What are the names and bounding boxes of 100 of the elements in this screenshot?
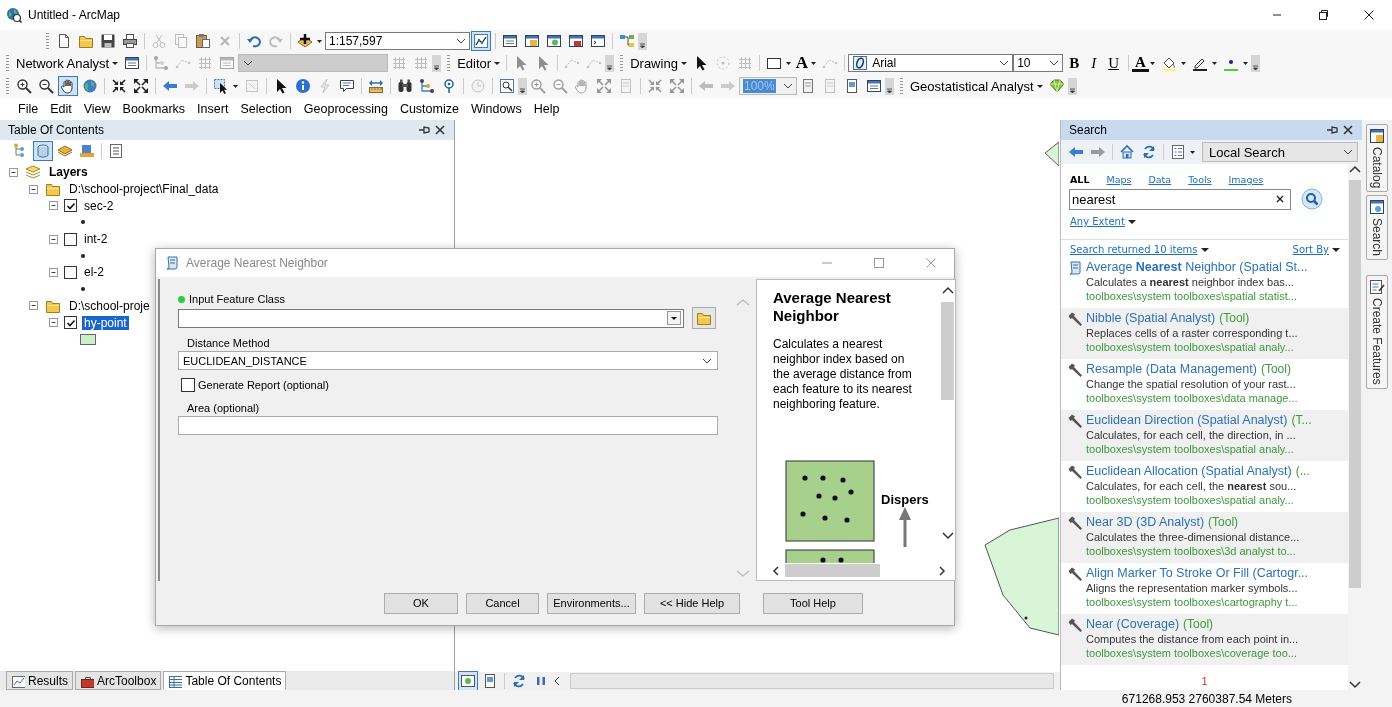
report-checkbox[interactable] <box>181 378 195 392</box>
toolbar-grip[interactable] <box>46 33 49 49</box>
database-icon[interactable] <box>33 141 53 161</box>
menu-item[interactable]: Windows <box>464 102 528 116</box>
font-dropdown[interactable]: Arial <box>848 54 1014 72</box>
caret-icon[interactable] <box>494 60 501 66</box>
toolbar-grip[interactable] <box>900 78 903 94</box>
result-title[interactable]: Average Nearest Neighbor (Spatial St... <box>1086 260 1308 275</box>
panel-tab[interactable]: ArcToolbox <box>75 671 162 690</box>
menu-item[interactable]: Geoprocessing <box>297 102 394 116</box>
layer-checkbox[interactable] <box>64 232 77 246</box>
layer-checkbox[interactable] <box>64 265 77 279</box>
toolbar-menu[interactable]: Editor <box>454 55 504 71</box>
menu-item[interactable]: Bookmarks <box>116 102 192 116</box>
caret-icon[interactable] <box>1036 83 1043 89</box>
vertical-scrollbar[interactable] <box>1348 164 1362 690</box>
dialog-button[interactable]: Environments... <box>547 592 636 614</box>
menu-item[interactable]: Insert <box>191 102 235 116</box>
filter-link[interactable]: ALL <box>1070 174 1090 185</box>
overflow-icon[interactable] <box>432 54 442 72</box>
collapse-icon[interactable] <box>48 266 59 278</box>
dialog-button[interactable]: Cancel <box>466 592 539 614</box>
menu-item[interactable]: Selection <box>234 102 298 116</box>
zoom-window-icon[interactable] <box>497 76 517 96</box>
tree-label[interactable]: Layers <box>47 165 90 180</box>
menu-item[interactable]: Help <box>527 102 566 116</box>
zoom-in-icon[interactable] <box>14 76 34 96</box>
toolbar-grip[interactable] <box>620 55 624 71</box>
toolbar-grip[interactable] <box>447 55 451 71</box>
input-field[interactable] <box>178 308 684 328</box>
collapse-icon[interactable] <box>48 233 59 245</box>
bold-button[interactable]: B <box>1063 54 1086 72</box>
scroll-down-icon[interactable] <box>1348 678 1362 690</box>
horizontal-scrollbar[interactable] <box>570 673 1054 689</box>
close-icon[interactable] <box>1363 9 1375 21</box>
filter-link[interactable]: Tools <box>1188 174 1212 185</box>
toolbar-grip[interactable] <box>6 78 9 94</box>
italic-button[interactable]: I <box>1085 54 1103 72</box>
result-title[interactable]: Nibble (Spatial Analyst) <box>1086 311 1216 326</box>
side-tab[interactable]: Catalog <box>1366 124 1388 193</box>
layer-checkbox[interactable] <box>64 199 77 213</box>
result-title[interactable]: Euclidean Direction (Spatial Analyst) <box>1086 413 1288 428</box>
caret-icon[interactable] <box>1200 246 1209 253</box>
caret-icon[interactable] <box>112 60 119 66</box>
text-tool-button[interactable]: A <box>793 53 811 73</box>
filter-link[interactable]: Maps <box>1106 174 1132 185</box>
menu-item[interactable]: Customize <box>393 102 465 116</box>
font-size-dropdown[interactable]: 10 <box>1013 54 1064 72</box>
scroll-up-icon[interactable] <box>940 286 955 296</box>
layer-name[interactable]: sec-2 <box>82 198 116 213</box>
menu-item[interactable]: Edit <box>44 102 78 116</box>
scroll-left-icon[interactable] <box>771 564 781 577</box>
dialog-button[interactable]: OK <box>384 592 458 614</box>
dialog-button[interactable]: Tool Help <box>763 592 863 614</box>
side-tab[interactable]: Search <box>1366 195 1388 261</box>
overflow-icon[interactable] <box>518 77 527 95</box>
restore-icon[interactable] <box>1317 9 1329 21</box>
route-icon[interactable] <box>417 76 437 96</box>
scroll-down-icon[interactable] <box>940 530 955 540</box>
info-icon[interactable] <box>293 76 313 96</box>
arrows-outward-icon[interactable] <box>131 76 151 96</box>
layer-name[interactable]: int-2 <box>82 232 110 247</box>
panel-tab[interactable]: Results <box>6 671 73 690</box>
layer-name[interactable]: hy-point <box>82 315 129 330</box>
caret-icon[interactable] <box>680 60 687 66</box>
font-color-button[interactable]: A <box>1132 54 1149 72</box>
caret-icon[interactable] <box>1127 218 1136 225</box>
clear-icon[interactable] <box>1275 194 1285 204</box>
hand-icon[interactable] <box>58 76 78 96</box>
overflow-icon[interactable] <box>605 54 615 72</box>
input-field[interactable] <box>178 416 718 435</box>
zoom-out-icon[interactable] <box>36 76 56 96</box>
overflow-icon[interactable] <box>638 32 647 50</box>
result-title[interactable]: Align Marker To Stroke Or Fill (Cartogr... <box>1086 566 1309 581</box>
results-count-link[interactable]: Search returned 10 items <box>1070 244 1198 255</box>
maximize-icon[interactable] <box>873 257 885 269</box>
toolbar-menu[interactable]: Network Analyst <box>13 55 122 71</box>
tree-label[interactable]: D:\school-project\Final_data <box>67 182 221 197</box>
filter-link[interactable]: Images <box>1228 174 1264 185</box>
clipboard-icon[interactable] <box>193 31 213 51</box>
overflow-icon[interactable] <box>1250 54 1260 72</box>
search-field[interactable]: nearest <box>1069 188 1291 210</box>
tree-label[interactable]: D:\school-proje <box>67 298 152 313</box>
sort-link[interactable]: Sort By <box>1292 244 1329 255</box>
dropdown-icon[interactable] <box>667 311 681 325</box>
filter-link[interactable]: Data <box>1148 174 1172 185</box>
page-number[interactable]: 1 <box>1061 672 1348 690</box>
result-title[interactable]: Near 3D (3D Analyst) <box>1086 515 1205 530</box>
scale-field[interactable]: 1:157,597 <box>325 32 470 50</box>
collapse-icon[interactable] <box>8 166 19 178</box>
result-title[interactable]: Euclidean Allocation (Spatial Analyst) <box>1086 464 1292 479</box>
dialog-button[interactable]: << Hide Help <box>644 592 740 614</box>
chart-icon[interactable] <box>471 31 491 51</box>
overflow-icon[interactable] <box>1067 77 1077 95</box>
layer-checkbox[interactable] <box>64 316 77 330</box>
printer-icon[interactable] <box>120 31 140 51</box>
result-title[interactable]: Near (Coverage) <box>1086 617 1180 632</box>
collapse-icon[interactable] <box>28 183 39 195</box>
page-zoom-out-icon[interactable] <box>550 76 570 96</box>
search-scope-dropdown[interactable]: Local Search <box>1202 142 1358 162</box>
